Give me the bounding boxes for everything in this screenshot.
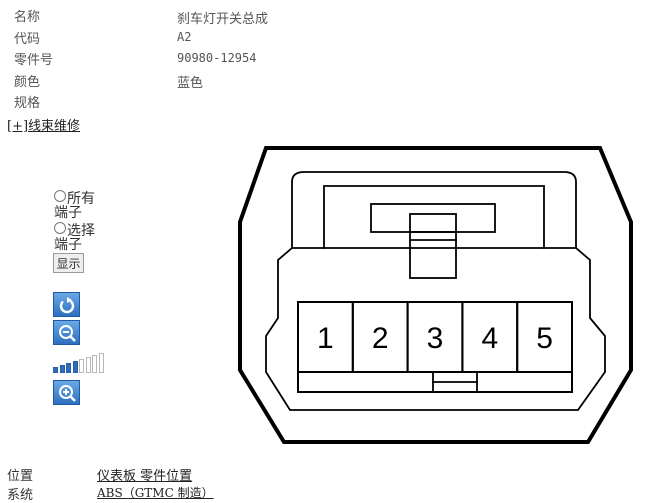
pin-number: 2 — [372, 322, 389, 355]
pin-number: 3 — [427, 322, 444, 355]
zoom-level-bar[interactable] — [92, 355, 97, 373]
info-value-name: 刹车灯开关总成 — [177, 12, 269, 27]
info-label-color: 颜色 — [14, 75, 41, 90]
position-link[interactable]: 仪表板 零件位置 — [97, 465, 192, 484]
pin-number: 5 — [536, 322, 553, 355]
zoom-in-icon — [59, 385, 76, 402]
zoom-out-button[interactable] — [53, 320, 80, 345]
radio-all-terminals[interactable]: 所有端子 — [54, 190, 104, 220]
info-value-code: A2 — [177, 30, 192, 44]
system-label: 系统 — [7, 488, 34, 503]
zoom-level-indicator[interactable] — [53, 353, 107, 373]
zoom-level-bar[interactable] — [79, 359, 84, 373]
info-label-code: 代码 — [14, 32, 41, 47]
pin-number: 4 — [481, 322, 498, 355]
zoom-in-button[interactable] — [53, 380, 80, 405]
system-link[interactable]: ABS（GTMC 制造） — [97, 484, 214, 501]
radio-icon[interactable] — [54, 222, 66, 234]
zoom-level-bar[interactable] — [59, 365, 65, 373]
harness-repair-link[interactable]: [+]线束维修 — [7, 115, 80, 134]
zoom-level-bar[interactable] — [66, 363, 71, 373]
position-label: 位置 — [7, 469, 34, 484]
info-label-part-number: 零件号 — [14, 53, 54, 68]
connector-latch-top — [370, 203, 496, 233]
zoom-level-bar[interactable] — [98, 353, 104, 373]
connector-latch-frame — [323, 185, 545, 249]
refresh-icon — [59, 297, 75, 314]
connector-diagram: 1 2 3 4 5 — [238, 146, 633, 444]
info-label-spec: 规格 — [14, 96, 41, 111]
zoom-level-bar[interactable] — [85, 357, 91, 373]
radio-icon[interactable] — [54, 190, 66, 202]
pin-number: 1 — [317, 322, 334, 355]
pin-group: 1 2 3 4 5 — [297, 301, 574, 373]
info-label-name: 名称 — [14, 10, 41, 25]
reset-rotate-button[interactable] — [53, 292, 80, 317]
zoom-level-bar[interactable] — [53, 367, 58, 373]
connector-outer-housing — [238, 146, 633, 444]
radio-select-terminals[interactable]: 选择端子 — [54, 222, 104, 252]
show-button[interactable]: 显示 — [53, 253, 84, 273]
connector-latch-key — [409, 213, 457, 279]
info-value-color: 蓝色 — [177, 76, 204, 91]
connector-inner-outline — [265, 171, 606, 411]
zoom-level-bar[interactable] — [72, 361, 78, 373]
info-value-part-number: 90980-12954 — [177, 51, 257, 65]
zoom-out-icon — [59, 325, 76, 342]
